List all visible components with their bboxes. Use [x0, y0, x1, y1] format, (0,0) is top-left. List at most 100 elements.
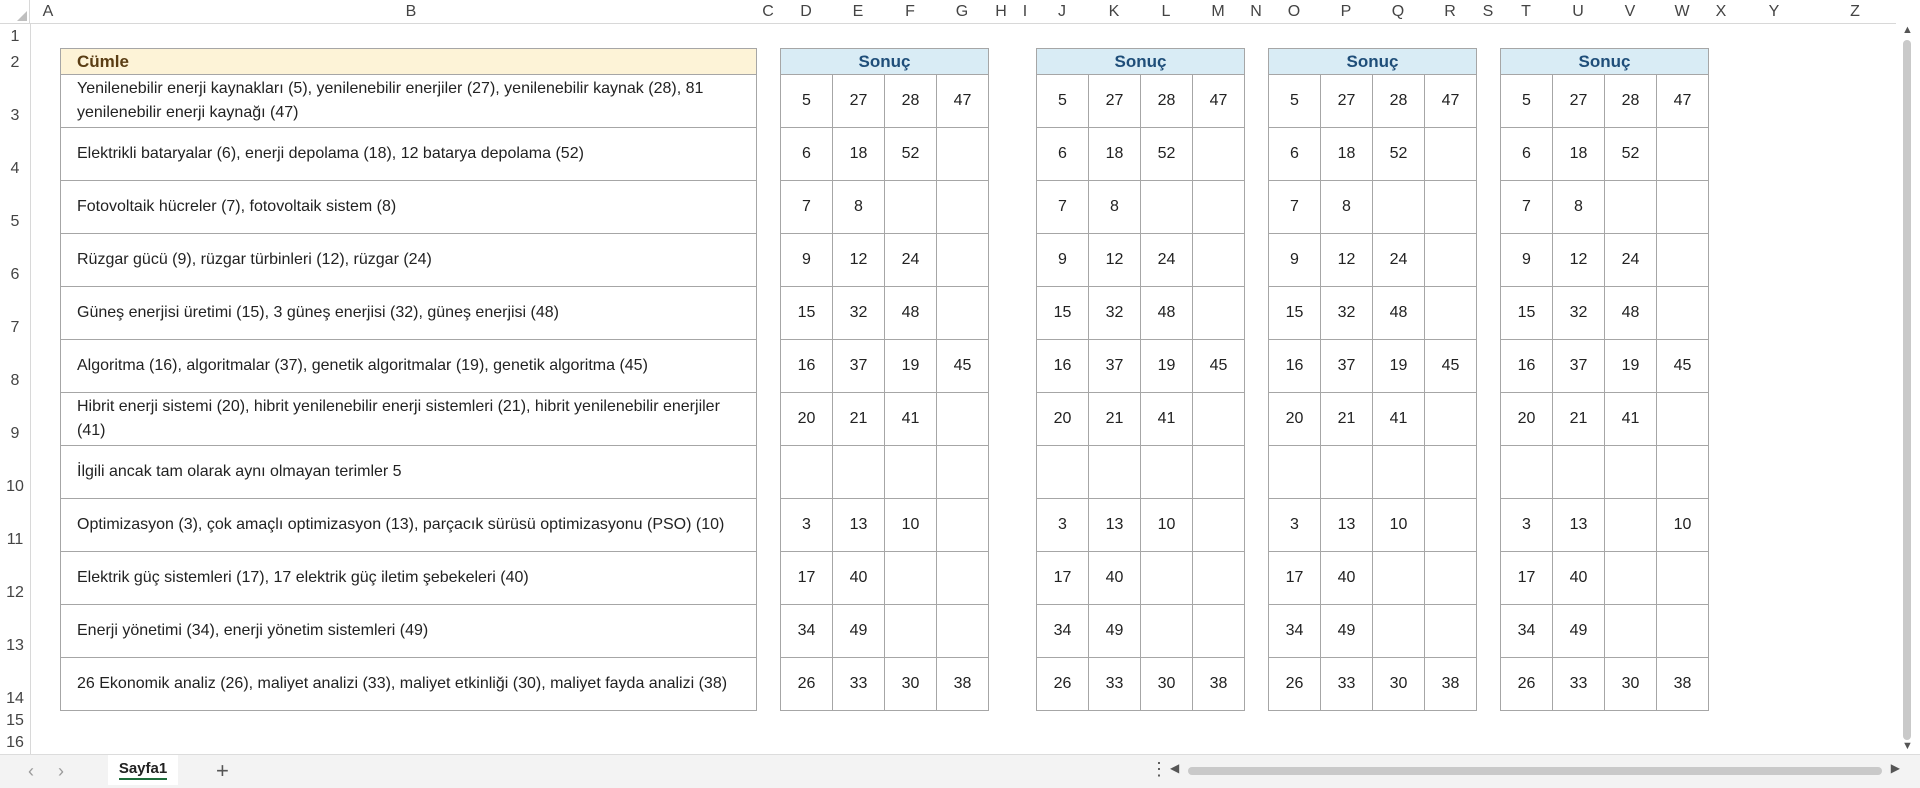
- result-cell[interactable]: 37: [1320, 339, 1373, 393]
- column-header-l[interactable]: L: [1140, 0, 1192, 24]
- result-cell[interactable]: [1656, 180, 1709, 234]
- result-cell[interactable]: 19: [1372, 339, 1425, 393]
- result-cell[interactable]: 28: [884, 74, 937, 128]
- result-cell[interactable]: 47: [1656, 74, 1709, 128]
- result-cell[interactable]: 52: [1372, 127, 1425, 181]
- result-cell[interactable]: 15: [1500, 286, 1553, 340]
- result-cell[interactable]: 20: [1268, 392, 1321, 446]
- result-cell[interactable]: 6: [1500, 127, 1553, 181]
- result-cell[interactable]: 52: [1140, 127, 1193, 181]
- result-cell[interactable]: 16: [1036, 339, 1089, 393]
- result-cell[interactable]: [1424, 551, 1477, 605]
- column-header-n[interactable]: N: [1244, 0, 1268, 24]
- result-cell[interactable]: 45: [1424, 339, 1477, 393]
- result-cell[interactable]: 45: [1192, 339, 1245, 393]
- result-cell[interactable]: 8: [1320, 180, 1373, 234]
- result-cell[interactable]: 47: [1192, 74, 1245, 128]
- result-cell[interactable]: 17: [780, 551, 833, 605]
- result-cell[interactable]: 30: [1372, 657, 1425, 711]
- result-cell[interactable]: [1604, 551, 1657, 605]
- result-cell[interactable]: [884, 445, 937, 499]
- row-header-6[interactable]: 6: [0, 233, 30, 286]
- result-cell[interactable]: 24: [884, 233, 937, 287]
- result-cell[interactable]: 18: [1552, 127, 1605, 181]
- result-cell[interactable]: [936, 445, 989, 499]
- column-header-s[interactable]: S: [1476, 0, 1500, 24]
- result-cell[interactable]: 18: [1088, 127, 1141, 181]
- select-all-corner[interactable]: [0, 0, 30, 24]
- header-sonuc-3[interactable]: Sonuç: [1268, 48, 1477, 75]
- result-cell[interactable]: 13: [1088, 498, 1141, 552]
- result-cell[interactable]: [1192, 445, 1245, 499]
- result-cell[interactable]: 10: [1372, 498, 1425, 552]
- result-cell[interactable]: 28: [1604, 74, 1657, 128]
- result-cell[interactable]: 33: [1552, 657, 1605, 711]
- result-cell[interactable]: 45: [1656, 339, 1709, 393]
- row-header-5[interactable]: 5: [0, 180, 30, 233]
- result-cell[interactable]: [1424, 445, 1477, 499]
- result-cell[interactable]: 5: [1268, 74, 1321, 128]
- result-cell[interactable]: [936, 551, 989, 605]
- result-cell[interactable]: 21: [1552, 392, 1605, 446]
- result-cell[interactable]: 13: [832, 498, 885, 552]
- result-cell[interactable]: 30: [1604, 657, 1657, 711]
- column-header-j[interactable]: J: [1036, 0, 1088, 24]
- result-cell[interactable]: [884, 180, 937, 234]
- result-cell[interactable]: 26: [1036, 657, 1089, 711]
- result-cell[interactable]: [1656, 445, 1709, 499]
- scroll-left-icon[interactable]: ◀: [1170, 761, 1179, 775]
- result-cell[interactable]: 8: [832, 180, 885, 234]
- result-cell[interactable]: 40: [1320, 551, 1373, 605]
- result-cell[interactable]: 3: [780, 498, 833, 552]
- row-header-16[interactable]: 16: [0, 732, 30, 754]
- sentence-cell[interactable]: 26 Ekonomik analiz (26), maliyet analizi…: [60, 657, 757, 711]
- result-cell[interactable]: 20: [780, 392, 833, 446]
- result-cell[interactable]: 5: [780, 74, 833, 128]
- result-cell[interactable]: [832, 445, 885, 499]
- result-cell[interactable]: 15: [1268, 286, 1321, 340]
- row-header-14[interactable]: 14: [0, 657, 30, 710]
- result-cell[interactable]: 21: [832, 392, 885, 446]
- horizontal-scrollbar[interactable]: ◀ ▶: [1170, 761, 1900, 778]
- result-cell[interactable]: 52: [884, 127, 937, 181]
- prev-sheet-icon[interactable]: ‹: [28, 761, 34, 782]
- result-cell[interactable]: [1192, 498, 1245, 552]
- result-cell[interactable]: [936, 498, 989, 552]
- sentence-cell[interactable]: Hibrit enerji sistemi (20), hibrit yenil…: [60, 392, 757, 446]
- result-cell[interactable]: [1372, 180, 1425, 234]
- result-cell[interactable]: 8: [1552, 180, 1605, 234]
- result-cell[interactable]: 26: [1268, 657, 1321, 711]
- result-cell[interactable]: 27: [1320, 74, 1373, 128]
- column-header-v[interactable]: V: [1604, 0, 1656, 24]
- result-cell[interactable]: 33: [832, 657, 885, 711]
- result-cell[interactable]: 7: [780, 180, 833, 234]
- result-cell[interactable]: 48: [884, 286, 937, 340]
- column-header-z[interactable]: Z: [1814, 0, 1896, 24]
- scroll-up-icon[interactable]: ▲: [1902, 24, 1913, 36]
- result-cell[interactable]: 5: [1500, 74, 1553, 128]
- column-header-i[interactable]: I: [1014, 0, 1036, 24]
- result-cell[interactable]: 13: [1552, 498, 1605, 552]
- result-cell[interactable]: 24: [1604, 233, 1657, 287]
- result-cell[interactable]: 33: [1088, 657, 1141, 711]
- vertical-scroll-thumb[interactable]: [1903, 40, 1911, 740]
- result-cell[interactable]: 20: [1036, 392, 1089, 446]
- result-cell[interactable]: 9: [1268, 233, 1321, 287]
- column-header-c[interactable]: C: [756, 0, 780, 24]
- result-cell[interactable]: 41: [1372, 392, 1425, 446]
- result-cell[interactable]: 41: [1604, 392, 1657, 446]
- column-header-r[interactable]: R: [1424, 0, 1476, 24]
- result-cell[interactable]: 38: [936, 657, 989, 711]
- result-cell[interactable]: 27: [832, 74, 885, 128]
- result-cell[interactable]: [1268, 445, 1321, 499]
- result-cell[interactable]: [936, 392, 989, 446]
- column-header-k[interactable]: K: [1088, 0, 1140, 24]
- result-cell[interactable]: 6: [780, 127, 833, 181]
- result-cell[interactable]: 28: [1140, 74, 1193, 128]
- result-cell[interactable]: [1192, 392, 1245, 446]
- row-header-2[interactable]: 2: [0, 48, 30, 74]
- row-header-1[interactable]: 1: [0, 24, 30, 48]
- result-cell[interactable]: 9: [1500, 233, 1553, 287]
- result-cell[interactable]: 7: [1500, 180, 1553, 234]
- result-cell[interactable]: [1192, 551, 1245, 605]
